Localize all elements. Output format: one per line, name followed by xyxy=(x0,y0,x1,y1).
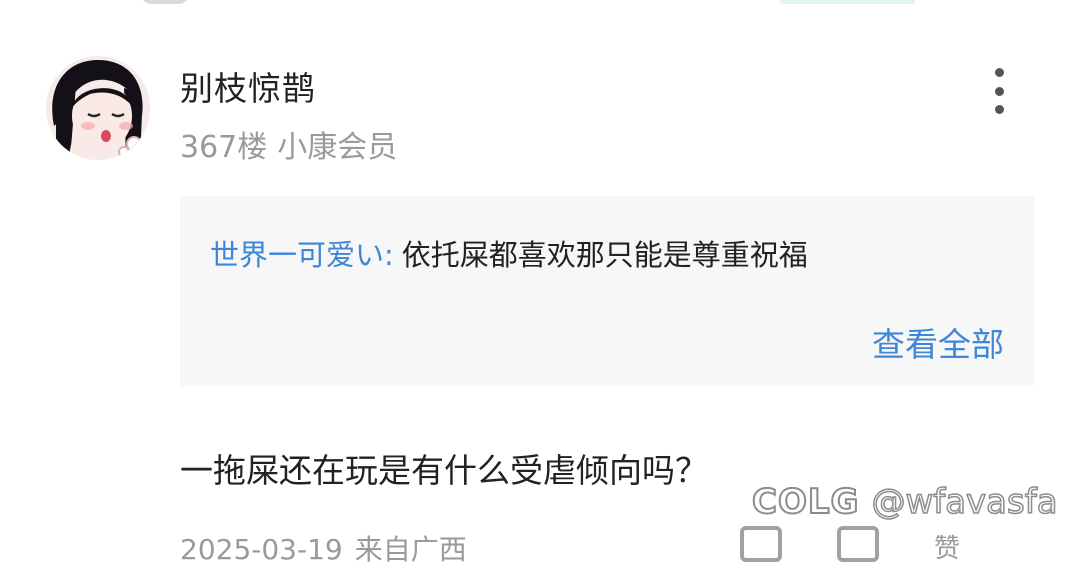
username[interactable]: 别枝惊鹊 xyxy=(180,62,316,110)
like-label[interactable]: 赞 xyxy=(934,528,960,565)
previous-item-edge-green xyxy=(780,0,915,4)
watermark: COLG @wfavasfa xyxy=(751,481,1059,523)
watermark-handle: @wfavasfa xyxy=(871,481,1059,523)
previous-item-edge xyxy=(140,0,190,4)
view-all-link[interactable]: 查看全部 xyxy=(872,318,1004,366)
more-dot-icon xyxy=(994,105,1004,114)
reply-icon[interactable] xyxy=(740,526,782,562)
action-bar: 赞 xyxy=(740,526,1040,564)
member-level: 小康会员 xyxy=(277,130,398,165)
colg-logo: COLG xyxy=(751,481,860,523)
thumbs-up-icon[interactable] xyxy=(837,526,879,562)
more-dot-icon xyxy=(994,68,1004,77)
quote-author[interactable]: 世界一可爱い: xyxy=(210,238,394,272)
anime-girl-avatar-icon xyxy=(46,56,150,160)
quote-text: 依托屎都喜欢那只能是尊重祝福 xyxy=(401,238,808,272)
more-options-button[interactable] xyxy=(982,68,1016,114)
more-dot-icon xyxy=(994,86,1004,96)
post-location: 来自广西 xyxy=(354,533,467,566)
floor-number: 367楼 xyxy=(180,130,268,165)
comment-body: 一拖屎还在玩是有什么受虐倾向吗？ xyxy=(180,451,708,490)
avatar[interactable] xyxy=(46,56,150,160)
post-footer: 2025-03-19 来自广西 xyxy=(180,528,467,568)
post-date: 2025-03-19 xyxy=(180,533,343,566)
post-meta: 367楼 小康会员 xyxy=(180,122,397,166)
quoted-reply-box[interactable]: 世界一可爱い: 依托屎都喜欢那只能是尊重祝福 查看全部 xyxy=(180,196,1034,386)
quoted-reply: 世界一可爱い: 依托屎都喜欢那只能是尊重祝福 xyxy=(210,232,808,274)
